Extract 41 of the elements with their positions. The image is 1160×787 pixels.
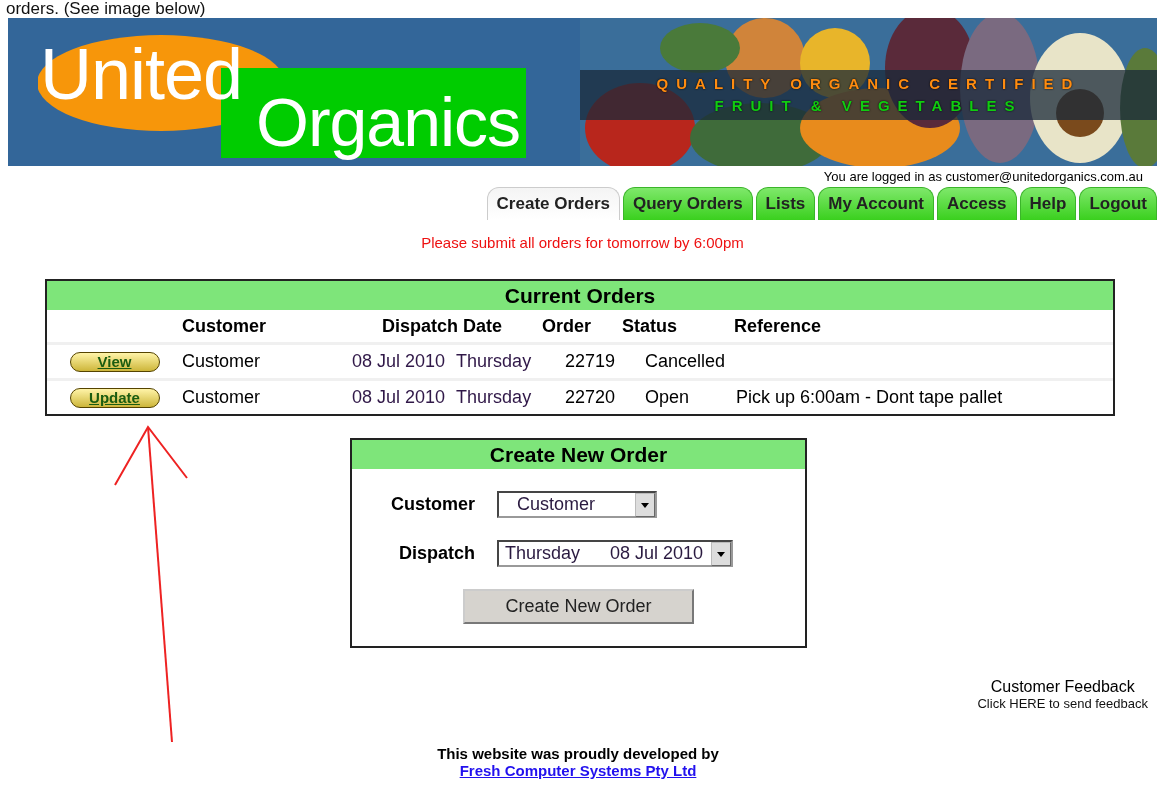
table-cell: 08 Jul 2010 bbox=[352, 351, 446, 371]
intro-text: orders. (See image below) bbox=[6, 0, 207, 18]
nav-tab[interactable]: Help bbox=[1019, 187, 1077, 220]
table-cell: Pick up 6:00am - Dont tape pallet bbox=[736, 387, 1003, 407]
tagline-text: FRUIT & VEGETABLES bbox=[713, 97, 1024, 114]
nav-tab[interactable]: Create Orders bbox=[486, 187, 620, 220]
field-label: Dispatch bbox=[397, 543, 476, 564]
table-cell: Thursday bbox=[456, 351, 532, 371]
column-header: Customer bbox=[182, 315, 267, 338]
row-action-button[interactable]: Update bbox=[69, 387, 160, 408]
table-cell: 22719 bbox=[565, 351, 616, 371]
notice-text: Please submit all orders for tomorrow by 6:00pm bbox=[420, 234, 745, 251]
column-header: Dispatch Date bbox=[380, 315, 503, 338]
table-cell: 08 Jul 2010 bbox=[352, 387, 446, 407]
nav-tab[interactable]: Lists bbox=[755, 187, 816, 220]
select-field[interactable]: Thursday 08 Jul 2010 bbox=[497, 540, 734, 567]
panel-title: Current Orders bbox=[47, 281, 1113, 310]
panel-title: Create New Order bbox=[352, 440, 805, 469]
footer-text: This website was proudly developed by bbox=[436, 745, 720, 762]
nav-tab[interactable]: Query Orders bbox=[623, 187, 753, 220]
nav-tab[interactable]: My Account bbox=[818, 187, 934, 220]
row-action-button[interactable]: View bbox=[69, 351, 160, 372]
field-label: Customer bbox=[390, 494, 476, 515]
developer-link[interactable]: Fresh Computer Systems Pty Ltd bbox=[459, 762, 697, 779]
column-header: Order bbox=[542, 315, 593, 338]
table-cell: Open bbox=[645, 387, 690, 407]
column-header: Reference bbox=[734, 315, 823, 338]
login-status-text: You are logged in as customer@unitedorganics.com.au bbox=[822, 169, 1144, 185]
table-cell: Customer bbox=[182, 351, 261, 371]
nav-tab[interactable]: Access bbox=[937, 187, 1017, 220]
feedback-link[interactable]: Click HERE to send feedback bbox=[977, 696, 1148, 711]
table-cell: Thursday bbox=[456, 387, 532, 407]
table-cell: Cancelled bbox=[645, 351, 726, 371]
select-field[interactable]: Customer bbox=[497, 491, 658, 518]
tagline-text: QUALITY ORGANIC CERTIFIED bbox=[655, 75, 1082, 92]
nav-tab[interactable]: Logout bbox=[1079, 187, 1157, 220]
create-order-button[interactable]: Create New Order bbox=[463, 589, 694, 624]
table-cell: 22720 bbox=[565, 387, 616, 407]
table-cell: Customer bbox=[182, 387, 261, 407]
feedback-title: Customer Feedback bbox=[989, 678, 1136, 696]
column-header: Status bbox=[622, 315, 678, 338]
